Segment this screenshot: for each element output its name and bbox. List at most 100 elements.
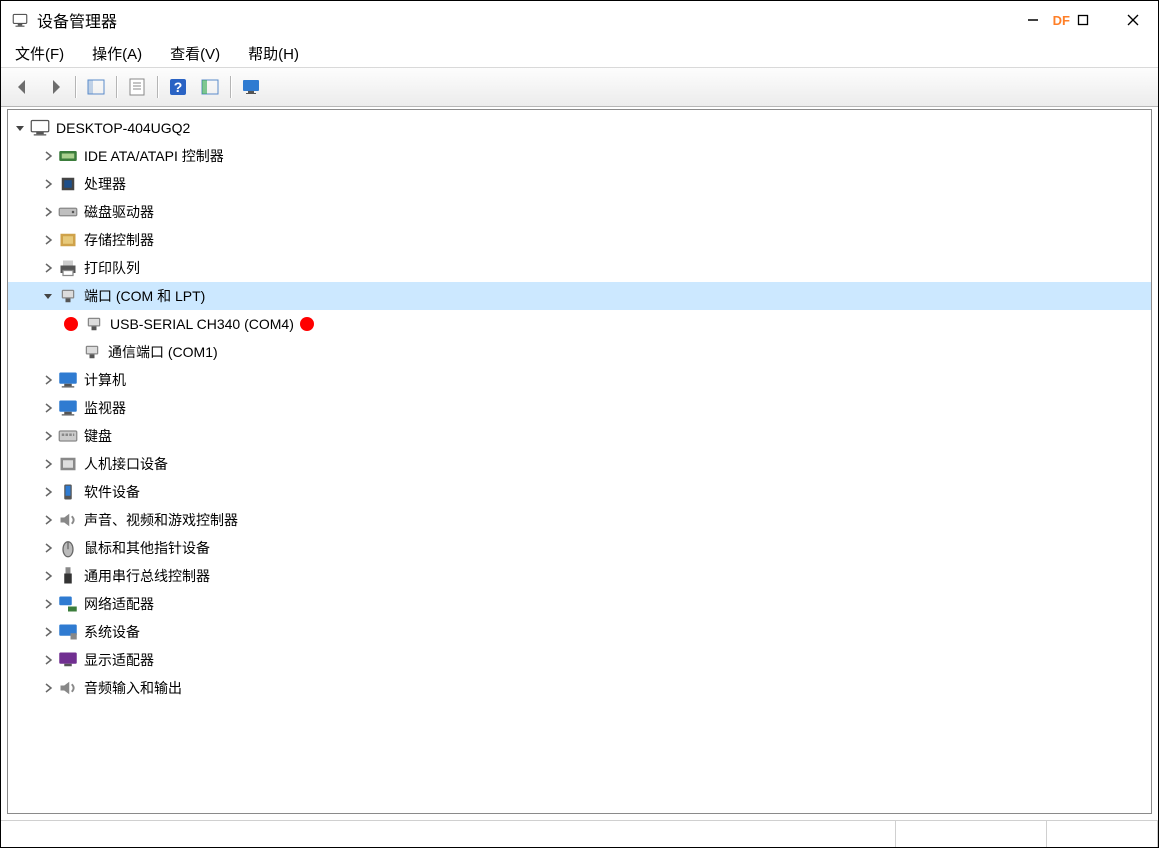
tree-item-software[interactable]: 软件设备 xyxy=(8,478,1151,506)
tree-item-label: 打印队列 xyxy=(84,254,140,282)
tree-item-hid[interactable]: 人机接口设备 xyxy=(8,450,1151,478)
properties-button[interactable] xyxy=(121,71,153,103)
tree-item-sound[interactable]: 声音、视频和游戏控制器 xyxy=(8,506,1151,534)
help-button[interactable]: ? xyxy=(162,71,194,103)
tree-item-label: 软件设备 xyxy=(84,478,140,506)
tree-item-display[interactable]: 显示适配器 xyxy=(8,646,1151,674)
chevron-right-icon[interactable] xyxy=(40,680,56,696)
storage-icon xyxy=(58,230,78,250)
chevron-right-icon[interactable] xyxy=(40,372,56,388)
chevron-right-icon[interactable] xyxy=(40,484,56,500)
svg-text:?: ? xyxy=(174,79,183,95)
network-icon xyxy=(58,594,78,614)
tree-item-usb[interactable]: 通用串行总线控制器 xyxy=(8,562,1151,590)
tree-item-label: 监视器 xyxy=(84,394,126,422)
menu-bar: 文件(F) 操作(A) 查看(V) 帮助(H) xyxy=(1,39,1158,67)
toolbar-separator xyxy=(230,76,231,98)
tree-item-mouse[interactable]: 鼠标和其他指针设备 xyxy=(8,534,1151,562)
tree-item-label: 处理器 xyxy=(84,170,126,198)
chevron-right-icon[interactable] xyxy=(40,456,56,472)
status-pane xyxy=(1046,821,1158,847)
status-bar xyxy=(1,820,1158,847)
computer-icon xyxy=(30,118,50,138)
tree-item-keyboard[interactable]: 键盘 xyxy=(8,422,1151,450)
app-icon xyxy=(11,11,29,29)
tree-item-ports[interactable]: 端口 (COM 和 LPT) xyxy=(8,282,1151,310)
tree-item-system[interactable]: 系统设备 xyxy=(8,618,1151,646)
system-icon xyxy=(58,622,78,642)
mouse-icon xyxy=(58,538,78,558)
chevron-right-icon[interactable] xyxy=(40,204,56,220)
scan-hardware-button[interactable] xyxy=(194,71,226,103)
chevron-right-icon[interactable] xyxy=(40,260,56,276)
close-button[interactable] xyxy=(1108,1,1158,39)
tree-item-computer[interactable]: 计算机 xyxy=(8,366,1151,394)
chevron-right-icon[interactable] xyxy=(40,176,56,192)
port-icon xyxy=(58,286,78,306)
title-bar: 设备管理器 DF xyxy=(1,1,1158,39)
tree-item-audio[interactable]: 音频输入和输出 xyxy=(8,674,1151,702)
tree-item-label: IDE ATA/ATAPI 控制器 xyxy=(84,142,224,170)
menu-file[interactable]: 文件(F) xyxy=(11,41,68,66)
tree-item-label: USB-SERIAL CH340 (COM4) xyxy=(110,310,294,338)
tree-item-label: 通用串行总线控制器 xyxy=(84,562,210,590)
tree-item-monitor[interactable]: 监视器 xyxy=(8,394,1151,422)
tree-item-label: 通信端口 (COM1) xyxy=(108,338,218,366)
tree-item-storage[interactable]: 存储控制器 xyxy=(8,226,1151,254)
chevron-right-icon[interactable] xyxy=(40,400,56,416)
chevron-right-icon[interactable] xyxy=(40,428,56,444)
tree-item-label: 音频输入和输出 xyxy=(84,674,182,702)
toolbar-separator xyxy=(116,76,117,98)
keyboard-icon xyxy=(58,426,78,446)
chevron-right-icon[interactable] xyxy=(40,624,56,640)
disk-icon xyxy=(58,202,78,222)
forward-button[interactable] xyxy=(39,71,71,103)
tree-item-print[interactable]: 打印队列 xyxy=(8,254,1151,282)
tree-root[interactable]: DESKTOP-404UGQ2 xyxy=(8,114,1151,142)
window-title: 设备管理器 xyxy=(37,8,117,32)
tree-item-port-usb[interactable]: USB-SERIAL CH340 (COM4) xyxy=(8,310,1151,338)
cpu-icon xyxy=(58,174,78,194)
usb-icon xyxy=(58,566,78,586)
tree-item-label: 声音、视频和游戏控制器 xyxy=(84,506,238,534)
status-pane xyxy=(895,821,1046,847)
chevron-right-icon[interactable] xyxy=(40,512,56,528)
show-hide-tree-button[interactable] xyxy=(80,71,112,103)
back-button[interactable] xyxy=(7,71,39,103)
tree-item-network[interactable]: 网络适配器 xyxy=(8,590,1151,618)
chevron-down-icon[interactable] xyxy=(12,120,28,136)
chevron-right-icon[interactable] xyxy=(40,596,56,612)
tree-item-label: 网络适配器 xyxy=(84,590,154,618)
chevron-right-icon[interactable] xyxy=(40,148,56,164)
chevron-right-icon[interactable] xyxy=(40,652,56,668)
tree-item-ide[interactable]: IDE ATA/ATAPI 控制器 xyxy=(8,142,1151,170)
menu-help[interactable]: 帮助(H) xyxy=(244,41,303,66)
overlay-badge: DF xyxy=(1053,13,1070,28)
chevron-right-icon[interactable] xyxy=(40,568,56,584)
tree-item-label: 系统设备 xyxy=(84,618,140,646)
tree-item-disk[interactable]: 磁盘驱动器 xyxy=(8,198,1151,226)
chevron-down-icon[interactable] xyxy=(40,288,56,304)
tree-item-label: 键盘 xyxy=(84,422,112,450)
software-icon xyxy=(58,482,78,502)
printer-icon xyxy=(58,258,78,278)
tree-item-processors[interactable]: 处理器 xyxy=(8,170,1151,198)
chevron-right-icon[interactable] xyxy=(40,540,56,556)
device-tree[interactable]: DESKTOP-404UGQ2 IDE ATA/ATAPI 控制器 处理器 磁盘… xyxy=(7,109,1152,814)
toolbar-separator xyxy=(157,76,158,98)
window-controls xyxy=(1008,1,1158,39)
annotation-dot-icon xyxy=(64,317,78,331)
minimize-button[interactable] xyxy=(1008,1,1058,39)
menu-view[interactable]: 查看(V) xyxy=(166,41,224,66)
menu-action[interactable]: 操作(A) xyxy=(88,41,146,66)
tree-item-label: 端口 (COM 和 LPT) xyxy=(84,282,205,310)
toolbar: ? xyxy=(1,67,1158,107)
chevron-right-icon[interactable] xyxy=(40,232,56,248)
tree-item-label: 人机接口设备 xyxy=(84,450,168,478)
monitor-icon-button[interactable] xyxy=(235,71,267,103)
tree-item-label: 计算机 xyxy=(84,366,126,394)
tree-item-port-com1[interactable]: 通信端口 (COM1) xyxy=(8,338,1151,366)
tree-item-label: 鼠标和其他指针设备 xyxy=(84,534,210,562)
port-icon xyxy=(82,342,102,362)
annotation-dot-icon xyxy=(300,317,314,331)
